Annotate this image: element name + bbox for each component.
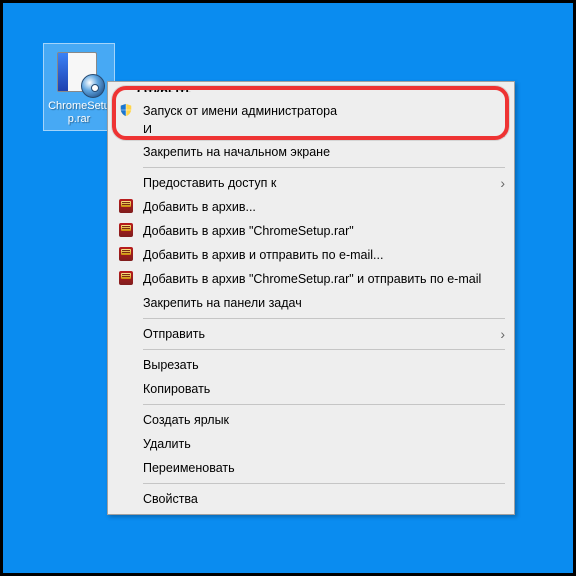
separator xyxy=(143,404,505,405)
separator xyxy=(143,483,505,484)
menu-item-pin-to-start[interactable]: Закрепить на начальном экране xyxy=(111,140,511,164)
context-menu: Открыть Запуск от имени администратора И… xyxy=(107,81,515,515)
desktop-background: ChromeSetup.rar Открыть Запуск от имени … xyxy=(0,0,576,576)
menu-item-copy[interactable]: Копировать xyxy=(111,377,511,401)
desktop-icon-label: ChromeSetup.rar xyxy=(48,100,110,126)
menu-item-create-shortcut[interactable]: Создать ярлык xyxy=(111,408,511,432)
separator xyxy=(143,349,505,350)
separator xyxy=(143,318,505,319)
separator xyxy=(143,167,505,168)
menu-item-add-to-chromesetup-rar[interactable]: Добавить в архив "ChromeSetup.rar" xyxy=(111,219,511,243)
menu-item-archive-and-email[interactable]: Добавить в архив и отправить по e-mail..… xyxy=(111,243,511,267)
menu-item-properties[interactable]: Свойства xyxy=(111,487,511,511)
menu-item-add-to-archive[interactable]: Добавить в архив... xyxy=(111,195,511,219)
menu-item-cut[interactable]: Вырезать xyxy=(111,353,511,377)
separator xyxy=(143,136,505,137)
menu-item-share-access[interactable]: Предоставить доступ к › xyxy=(111,171,511,195)
menu-item-rename[interactable]: Переименовать xyxy=(111,456,511,480)
winrar-icon xyxy=(115,223,137,240)
winrar-icon xyxy=(115,199,137,216)
menu-item-troubleshoot-clipped[interactable]: И xyxy=(143,123,511,133)
winrar-icon xyxy=(115,247,137,264)
menu-item-archive-chromesetup-and-email[interactable]: Добавить в архив "ChromeSetup.rar" и отп… xyxy=(111,267,511,291)
winrar-icon xyxy=(115,271,137,288)
menu-item-send-to[interactable]: Отправить › xyxy=(111,322,511,346)
desktop-icon-chromesetup[interactable]: ChromeSetup.rar xyxy=(43,43,115,131)
menu-item-pin-to-taskbar[interactable]: Закрепить на панели задач xyxy=(111,291,511,315)
menu-item-run-as-administrator[interactable]: Запуск от имени администратора xyxy=(111,99,511,123)
shield-icon xyxy=(115,103,137,120)
chevron-right-icon: › xyxy=(500,326,505,342)
installer-icon xyxy=(55,48,103,96)
menu-item-open-clipped[interactable]: Открыть xyxy=(111,85,511,99)
chevron-right-icon: › xyxy=(500,175,505,191)
menu-item-delete[interactable]: Удалить xyxy=(111,432,511,456)
